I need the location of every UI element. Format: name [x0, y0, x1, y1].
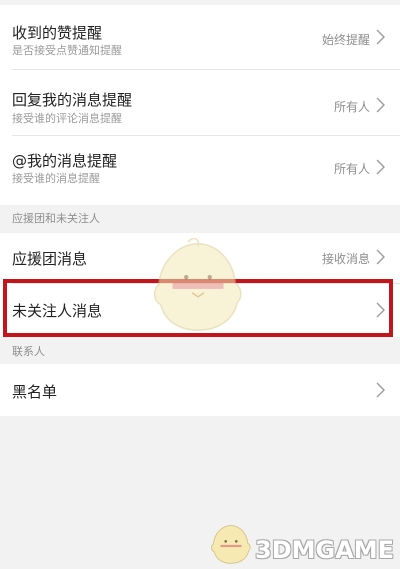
row-blacklist[interactable]: 黑名单	[0, 364, 400, 416]
chevron-right-icon	[376, 249, 385, 265]
reply-reminder-value: 所有人	[333, 100, 370, 114]
section-label-contacts: 联系人	[12, 345, 45, 358]
notification-settings-card: 收到的赞提醒 是否接受点赞通知提醒 始终提醒 回复我的消息提醒 接受谁的评论消息…	[0, 5, 400, 205]
mention-reminder-value: 所有人	[333, 162, 370, 176]
mention-reminder-subtitle: 接受谁的消息提醒	[12, 172, 100, 185]
row-like-reminder[interactable]: 收到的赞提醒 是否接受点赞通知提醒 始终提醒	[0, 5, 400, 69]
fan-club-messages-title: 应援团消息	[12, 250, 88, 268]
fan-club-messages-value: 接收消息	[321, 252, 370, 266]
chevron-right-icon	[376, 159, 385, 175]
chevron-right-icon	[376, 29, 385, 45]
like-reminder-value: 始终提醒	[321, 33, 370, 47]
mention-reminder-title: @我的消息提醒	[12, 152, 118, 170]
like-reminder-title: 收到的赞提醒	[12, 24, 103, 42]
chevron-right-icon	[376, 97, 385, 113]
row-reply-reminder[interactable]: 回复我的消息提醒 接受谁的评论消息提醒 所有人	[0, 70, 400, 135]
reply-reminder-subtitle: 接受谁的评论消息提醒	[12, 112, 122, 125]
chick-mascot-icon	[153, 238, 242, 331]
chick-mascot-icon	[211, 525, 251, 564]
chevron-right-icon	[376, 382, 385, 398]
blacklist-title: 黑名单	[12, 383, 58, 401]
reply-reminder-title: 回复我的消息提醒	[12, 91, 133, 109]
section-label-fans: 应援团和未关注人	[12, 212, 100, 225]
contacts-card: 黑名单	[0, 364, 400, 416]
like-reminder-subtitle: 是否接受点赞通知提醒	[12, 44, 122, 57]
row-mention-reminder[interactable]: @我的消息提醒 接受谁的消息提醒 所有人	[0, 136, 400, 205]
watermark-text: 3DMGAME	[255, 536, 395, 564]
